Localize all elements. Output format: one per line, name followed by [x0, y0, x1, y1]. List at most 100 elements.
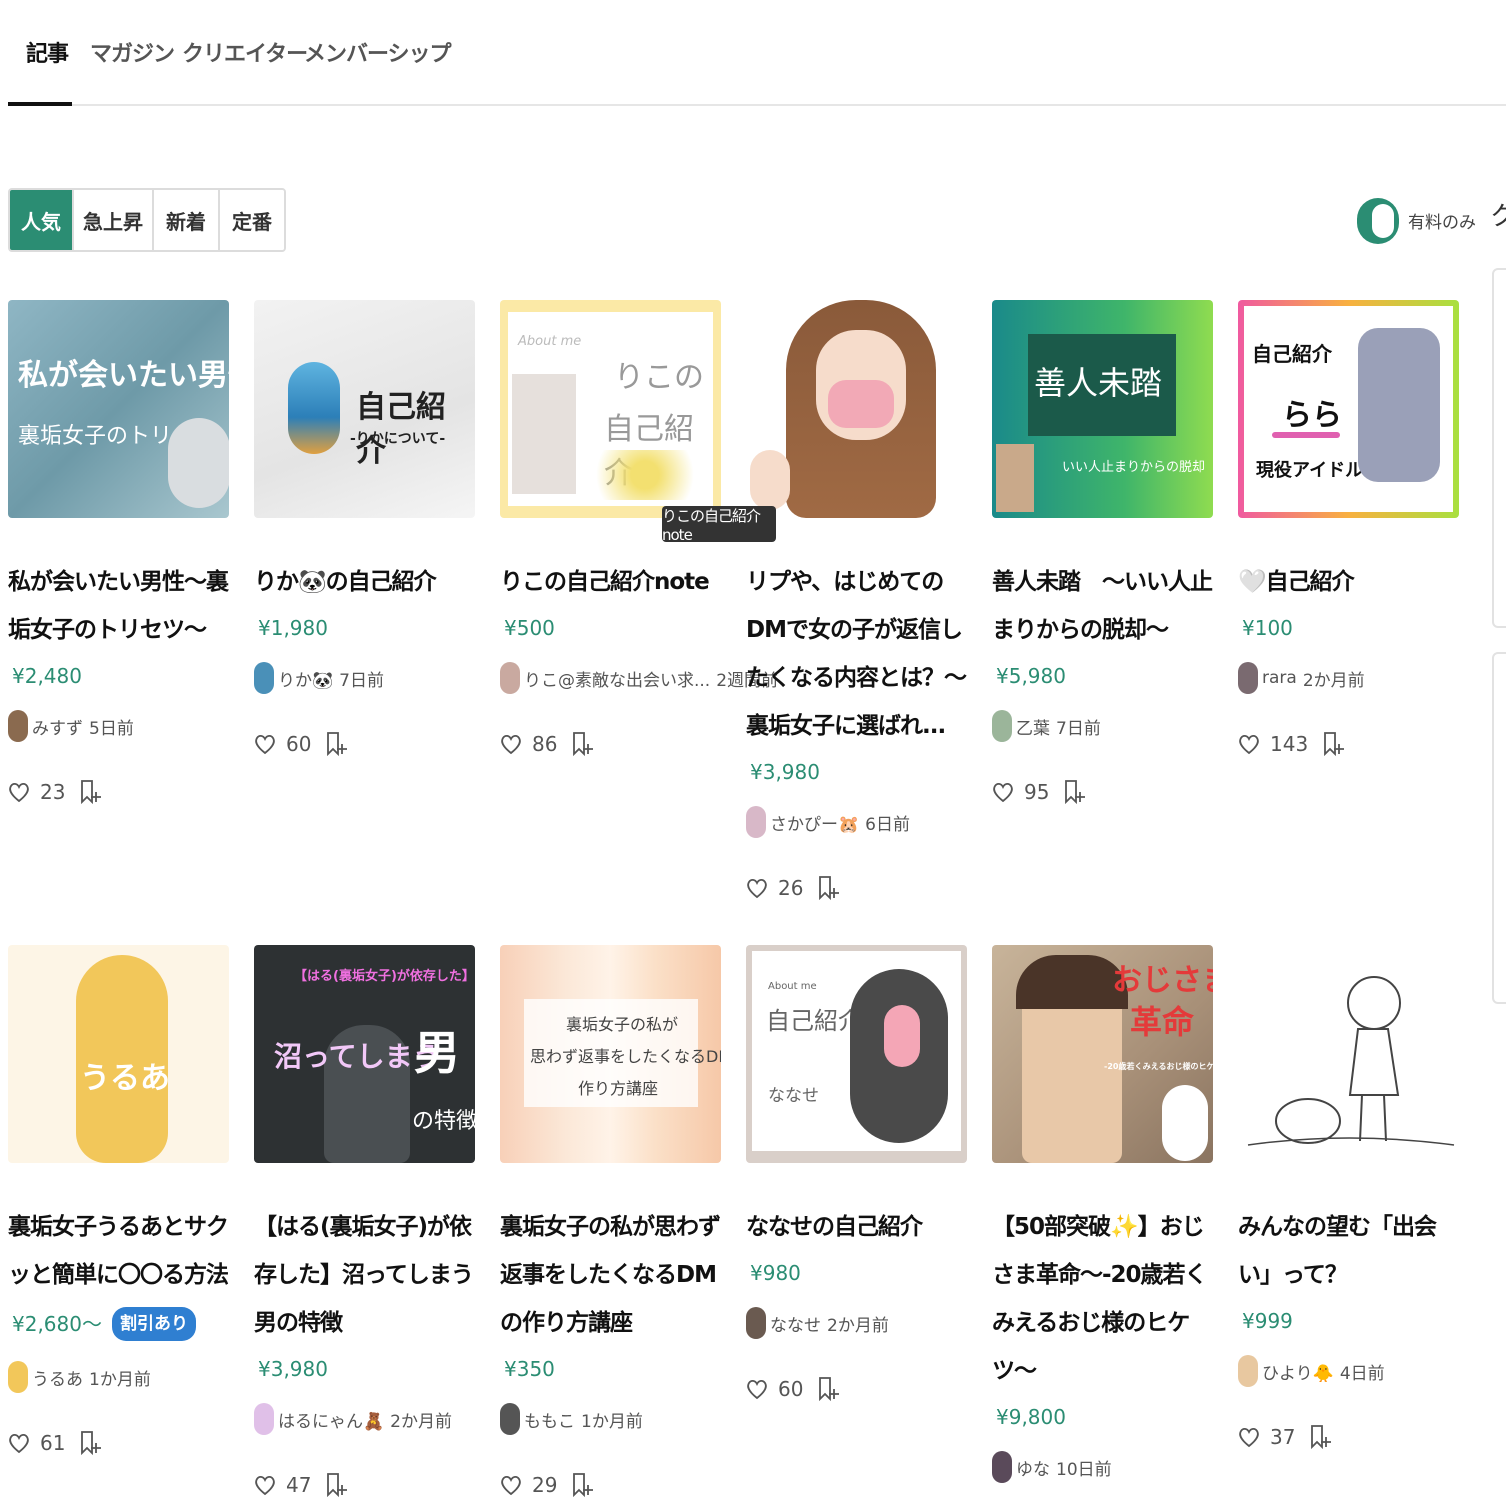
article-title[interactable]: 【はる(裏垢女子)が依存した】沼ってしまう男の特徴 [254, 1203, 475, 1347]
article-thumbnail[interactable]: おじさま 革命 -20歳若くみえるおじ様のヒケツ [992, 945, 1213, 1163]
avatar[interactable] [992, 710, 1012, 742]
avatar[interactable] [500, 662, 520, 694]
avatar[interactable] [500, 1403, 520, 1435]
article-card[interactable]: みんなの望む「出会い」って？ ¥999 ひより🐥 4日前 37 [1238, 945, 1459, 1453]
author-info[interactable]: ひより🐥 4日前 [1238, 1355, 1459, 1387]
author-info[interactable]: ももこ 1か月前 [500, 1403, 721, 1435]
avatar[interactable] [746, 806, 766, 838]
author-name[interactable]: rara [1262, 668, 1297, 688]
tab-creators[interactable]: クリエイター [182, 36, 308, 68]
article-thumbnail[interactable]: About me 自己紹介 ななせ [746, 945, 967, 1163]
article-title[interactable]: 【50部突破✨】おじさま革命〜-20歳若くみえるおじ様のヒケツ〜 [992, 1203, 1213, 1395]
article-thumbnail[interactable]: 私が会いたい男性 裏垢女子のトリセツ [8, 300, 229, 518]
article-title[interactable]: 🤍自己紹介 [1238, 558, 1459, 606]
author-info[interactable]: はるにゃん🧸 2か月前 [254, 1403, 475, 1435]
author-info[interactable]: りか🐼 7日前 [254, 662, 475, 694]
article-title[interactable]: 裏垢女子の私が思わず返事をしたくなるDMの作り方講座 [500, 1203, 721, 1347]
author-info[interactable]: りこ@素敵な出会い求... 2週間前 [500, 662, 778, 694]
avatar[interactable] [254, 662, 274, 694]
author-name[interactable]: さかぴー🐹 [770, 810, 859, 835]
article-thumbnail[interactable] [1238, 945, 1459, 1163]
bookmark-icon[interactable] [817, 1375, 840, 1403]
heart-icon[interactable] [746, 875, 768, 901]
bookmark-icon[interactable] [1063, 778, 1086, 806]
article-card[interactable]: 私が会いたい男性 裏垢女子のトリセツ 私が会いたい男性〜裏垢女子のトリセツ〜 ¥… [8, 300, 229, 808]
article-card[interactable]: リプや、はじめてのDMで女の子が返信したくなる内容とは？〜裏垢女子に選ばれ...… [746, 300, 967, 904]
tab-articles[interactable]: 記事 [26, 36, 69, 68]
author-info[interactable]: みすず 5日前 [8, 710, 229, 742]
author-info[interactable]: rara 2か月前 [1238, 662, 1459, 694]
bookmark-icon[interactable] [1309, 1423, 1332, 1451]
article-card[interactable]: 裏垢女子の私が 思わず返事をしたくなるDM 作り方講座 裏垢女子の私が思わず返事… [500, 945, 721, 1501]
author-info[interactable]: うるあ 1か月前 [8, 1361, 229, 1393]
article-thumbnail[interactable]: 【はる(裏垢女子)が依存した】 沼ってしまう 男 の特徴 [254, 945, 475, 1163]
article-thumbnail[interactable]: 善人未踏 いい人止まりからの脱却 [992, 300, 1213, 518]
author-name[interactable]: うるあ [32, 1365, 83, 1390]
heart-icon[interactable] [254, 1472, 276, 1498]
article-thumbnail[interactable]: About me りこの 自己紹介 [500, 300, 721, 518]
author-name[interactable]: ななせ [770, 1311, 821, 1336]
bookmark-icon[interactable] [325, 1471, 348, 1499]
sort-classic-button[interactable]: 定番 [220, 190, 284, 250]
author-name[interactable]: はるにゃん🧸 [278, 1407, 384, 1432]
article-card[interactable]: 【はる(裏垢女子)が依存した】 沼ってしまう 男 の特徴 【はる(裏垢女子)が依… [254, 945, 475, 1501]
heart-icon[interactable] [1238, 731, 1260, 757]
bookmark-icon[interactable] [79, 778, 102, 806]
heart-icon[interactable] [992, 779, 1014, 805]
article-title[interactable]: りか🐼の自己紹介 [254, 558, 475, 606]
author-name[interactable]: りか🐼 [278, 666, 333, 691]
author-name[interactable]: 乙葉 [1016, 714, 1050, 739]
tab-magazines[interactable]: マガジン [90, 36, 175, 68]
heart-icon[interactable] [254, 731, 276, 757]
avatar[interactable] [992, 1451, 1012, 1483]
sort-popular-button[interactable]: 人気 [10, 190, 74, 250]
avatar[interactable] [1238, 1355, 1258, 1387]
article-card[interactable]: About me 自己紹介 ななせ ななせの自己紹介 ¥980 ななせ 2か月前… [746, 945, 967, 1405]
sort-trending-button[interactable]: 急上昇 [74, 190, 154, 250]
author-name[interactable]: ひより🐥 [1262, 1359, 1334, 1384]
article-thumbnail[interactable]: 裏垢女子の私が 思わず返事をしたくなるDM 作り方講座 [500, 945, 721, 1163]
author-info[interactable]: 乙葉 7日前 [992, 710, 1213, 742]
bookmark-icon[interactable] [79, 1429, 102, 1457]
article-card[interactable]: 善人未踏 いい人止まりからの脱却 善人未踏 〜いい人止まりからの脱却〜 ¥5,9… [992, 300, 1213, 808]
author-info[interactable]: ゆな 10日前 [992, 1451, 1213, 1483]
article-thumbnail[interactable] [746, 300, 967, 518]
heart-icon[interactable] [8, 779, 30, 805]
tab-memberships[interactable]: メンバーシップ [304, 36, 452, 68]
article-card[interactable]: 自己紹介 らら 現役アイドル 🤍自己紹介 ¥100 rara 2か月前 143 [1238, 300, 1459, 760]
paid-only-toggle[interactable] [1357, 198, 1399, 244]
avatar[interactable] [254, 1403, 274, 1435]
avatar[interactable] [8, 710, 28, 742]
heart-icon[interactable] [1238, 1424, 1260, 1450]
bookmark-icon[interactable] [571, 730, 594, 758]
heart-icon[interactable] [500, 1472, 522, 1498]
author-name[interactable]: ももこ [524, 1407, 575, 1432]
bookmark-icon[interactable] [817, 874, 840, 902]
article-thumbnail[interactable]: 自己紹介 らら 現役アイドル [1238, 300, 1459, 518]
author-info[interactable]: ななせ 2か月前 [746, 1307, 967, 1339]
heart-icon[interactable] [746, 1376, 768, 1402]
article-title[interactable]: みんなの望む「出会い」って？ [1238, 1203, 1459, 1299]
author-name[interactable]: ゆな [1016, 1455, 1050, 1480]
article-title[interactable]: ななせの自己紹介 [746, 1203, 967, 1251]
article-title[interactable]: 善人未踏 〜いい人止まりからの脱却〜 [992, 558, 1213, 654]
article-title[interactable]: りこの自己紹介note [500, 558, 721, 606]
avatar[interactable] [1238, 662, 1258, 694]
article-card[interactable]: おじさま 革命 -20歳若くみえるおじ様のヒケツ 【50部突破✨】おじさま革命〜… [992, 945, 1213, 1506]
bookmark-icon[interactable] [1322, 730, 1345, 758]
heart-icon[interactable] [500, 731, 522, 757]
article-card[interactable]: 自己紹介 -りかについて- りか🐼の自己紹介 ¥1,980 りか🐼 7日前 60 [254, 300, 475, 760]
author-name[interactable]: りこ@素敵な出会い求... [524, 666, 710, 691]
article-title[interactable]: 裏垢女子うるあとサクッと簡単に〇〇る方法 [8, 1203, 229, 1299]
bookmark-icon[interactable] [571, 1471, 594, 1499]
author-name[interactable]: みすず [32, 714, 83, 739]
sort-new-button[interactable]: 新着 [154, 190, 220, 250]
avatar[interactable] [746, 1307, 766, 1339]
avatar[interactable] [8, 1361, 28, 1393]
heart-icon[interactable] [8, 1430, 30, 1456]
article-card[interactable]: うるあ 裏垢女子うるあとサクッと簡単に〇〇る方法 ¥2,680〜 割引あり うる… [8, 945, 229, 1459]
article-thumbnail[interactable]: 自己紹介 -りかについて- [254, 300, 475, 518]
author-info[interactable]: さかぴー🐹 6日前 [746, 806, 967, 838]
article-title[interactable]: リプや、はじめてのDMで女の子が返信したくなる内容とは？〜裏垢女子に選ばれ... [746, 558, 967, 750]
article-thumbnail[interactable]: うるあ [8, 945, 229, 1163]
